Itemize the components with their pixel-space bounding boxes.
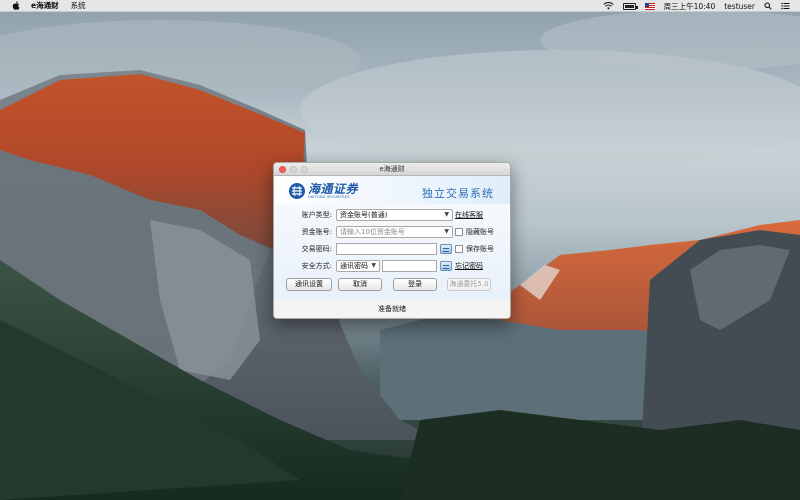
checkbox-box[interactable] <box>455 228 463 236</box>
banner-title: 独立交易系统 <box>422 187 494 200</box>
apple-icon[interactable] <box>9 1 23 10</box>
haitong-logo-icon <box>289 183 305 199</box>
logo-chinese-name: 海通证券 <box>308 181 359 196</box>
login-form: 账户类型: 资金账号(普通) ▼ 在线客服 资金账号: 请输入10位资金账号 ▼… <box>274 204 510 299</box>
online-service-link[interactable]: 在线客服 <box>455 210 483 220</box>
comm-settings-button[interactable]: 通讯设置 <box>286 278 332 291</box>
us-flag-icon[interactable] <box>644 2 655 10</box>
account-type-label: 账户类型: <box>301 211 332 219</box>
chevron-down-icon: ▼ <box>371 262 376 269</box>
search-icon[interactable] <box>764 2 772 10</box>
account-type-row: 账户类型: 资金账号(普通) ▼ 在线客服 <box>274 209 510 221</box>
account-type-value: 资金账号(普通) <box>340 211 388 219</box>
status-text: 准备就绪 <box>378 305 406 313</box>
chevron-down-icon: ▼ <box>444 228 449 235</box>
account-type-select[interactable]: 资金账号(普通) ▼ <box>336 209 453 221</box>
fund-account-input[interactable]: 请输入10位资金账号 ▼ <box>336 226 453 238</box>
haitong-logo: 海通证券 HAITONG SECURITIES <box>288 182 358 200</box>
menu-system[interactable]: 系统 <box>71 0 86 11</box>
close-window-button[interactable] <box>279 166 286 173</box>
password-input[interactable] <box>336 243 437 255</box>
minimize-window-button[interactable] <box>290 166 297 173</box>
security-select[interactable]: 通讯密码 ▼ <box>336 260 380 272</box>
fund-account-placeholder: 请输入10位资金账号 <box>340 228 405 236</box>
battery-icon[interactable] <box>622 2 638 10</box>
app-menu[interactable]: e海通财 <box>31 0 59 11</box>
hide-account-label: 隐藏账号 <box>466 228 494 236</box>
hide-account-checkbox[interactable]: 隐藏账号 <box>455 227 494 237</box>
window-titlebar[interactable]: e海通财 <box>274 163 510 176</box>
forgot-password-link[interactable]: 忘记密码 <box>455 261 483 271</box>
save-account-checkbox[interactable]: 保存账号 <box>455 244 494 254</box>
menubar-datetime[interactable]: 周三上午10:40 <box>664 1 716 12</box>
password-row: 交易密码: 保存账号 <box>274 243 510 255</box>
window-title: e海通财 <box>379 165 405 173</box>
menubar-user[interactable]: testuser <box>724 2 755 11</box>
status-bar: 准备就绪 <box>274 299 510 318</box>
haitong-delegate-button[interactable]: 海通委托5.0 <box>447 278 491 291</box>
brand-banner: 海通证券 HAITONG SECURITIES 独立交易系统 <box>274 176 510 204</box>
login-button[interactable]: 登录 <box>393 278 437 291</box>
menu-bar: e海通财 系统 周三上午10:40 testuser <box>0 0 800 12</box>
comm-password-input[interactable] <box>382 260 437 272</box>
keyboard-icon[interactable] <box>440 244 452 254</box>
keyboard-icon[interactable] <box>440 261 452 271</box>
password-label: 交易密码: <box>301 245 332 253</box>
chevron-down-icon: ▼ <box>444 211 449 218</box>
logo-english-name: HAITONG SECURITIES <box>308 194 350 199</box>
maximize-window-button[interactable] <box>301 166 308 173</box>
button-row: 通讯设置 取消 登录 海通委托5.0 <box>274 278 510 292</box>
security-row: 安全方式: 通讯密码 ▼ 忘记密码 <box>274 260 510 272</box>
wifi-icon[interactable] <box>603 2 614 10</box>
save-account-label: 保存账号 <box>466 245 494 253</box>
checkbox-box[interactable] <box>455 245 463 253</box>
menu-list-icon[interactable] <box>781 2 790 10</box>
fund-account-row: 资金账号: 请输入10位资金账号 ▼ 隐藏账号 <box>274 226 510 238</box>
fund-account-label: 资金账号: <box>301 228 332 236</box>
security-value: 通讯密码 <box>340 262 368 270</box>
cancel-button[interactable]: 取消 <box>338 278 382 291</box>
security-label: 安全方式: <box>301 262 332 270</box>
login-window: e海通财 海通证券 HAITONG SECURITIES 独立交易系统 账户类型… <box>273 162 511 319</box>
